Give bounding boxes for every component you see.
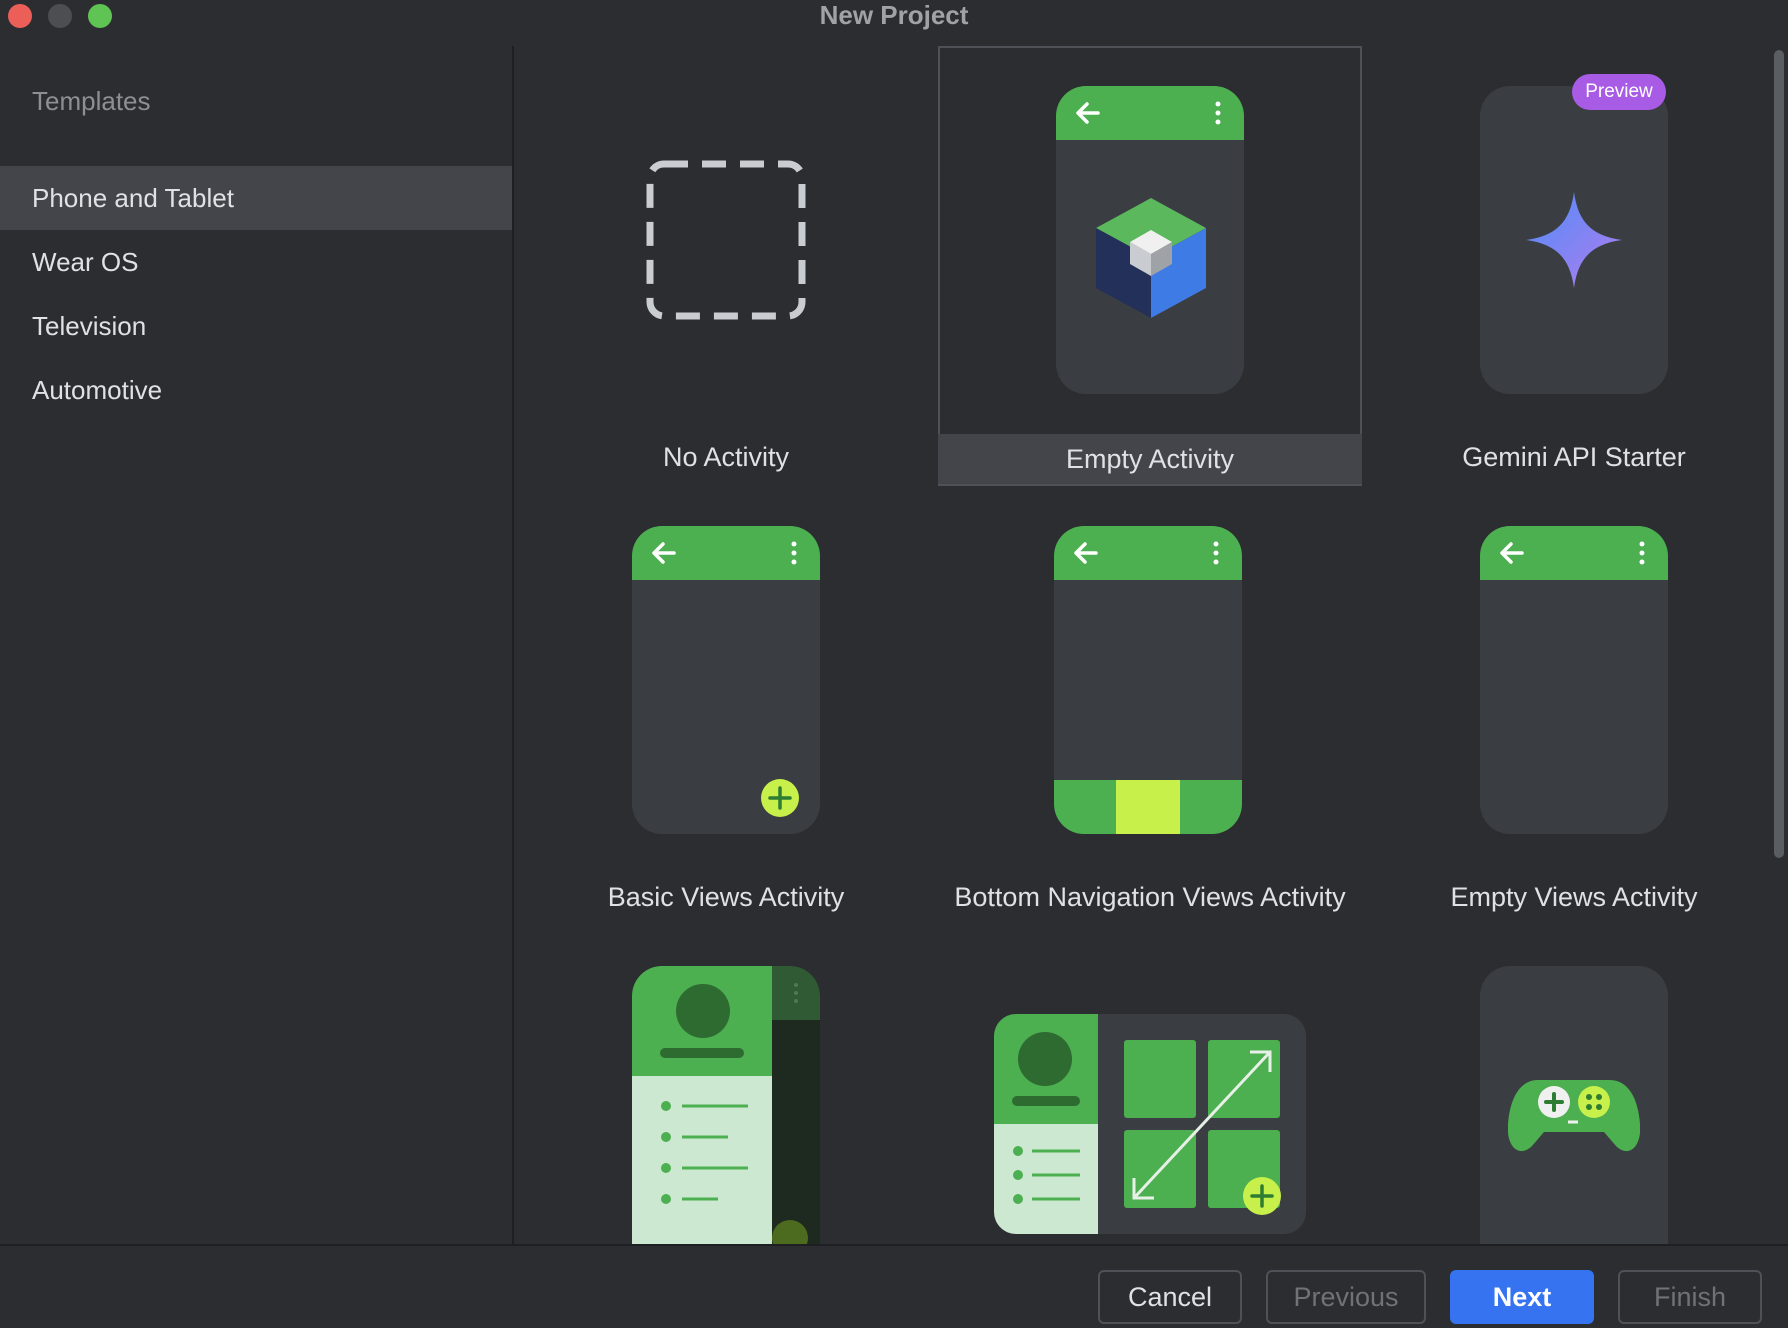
compose-cube-icon — [1096, 198, 1206, 318]
phone-preview — [1054, 526, 1242, 834]
back-arrow-icon — [652, 542, 676, 564]
template-label: No Activity — [662, 442, 790, 472]
back-arrow-icon — [1074, 542, 1098, 564]
back-arrow-icon — [1500, 542, 1524, 564]
preview-badge: Preview — [1572, 74, 1666, 110]
bottom-nav-icon — [1054, 780, 1242, 834]
template-card-empty-views-activity[interactable]: Empty Views Activity — [1362, 486, 1768, 926]
gemini-sparkle-icon — [1526, 192, 1622, 288]
phone-preview — [632, 526, 820, 834]
fab-plus-icon — [761, 779, 799, 817]
template-grid: No Activity Empty Activity Preview Gemin… — [514, 46, 1768, 1244]
dashed-square-icon — [646, 160, 806, 320]
phone-preview — [1480, 966, 1668, 1244]
template-card-bottom-navigation-views-activity[interactable]: Bottom Navigation Views Activity — [938, 486, 1362, 926]
template-card-navigation-drawer[interactable] — [514, 926, 938, 1244]
template-card-game-activity[interactable] — [1362, 926, 1768, 1244]
sidebar-item-wear-os[interactable]: Wear OS — [0, 230, 512, 294]
responsive-layout-icon — [994, 1014, 1306, 1234]
window-title: New Project — [819, 0, 969, 30]
sidebar-item-phone-and-tablet[interactable]: Phone and Tablet — [0, 166, 512, 230]
template-card-basic-views-activity[interactable]: Basic Views Activity — [514, 486, 938, 926]
overflow-menu-icon — [1215, 101, 1221, 125]
template-label: Empty Views Activity — [1450, 882, 1698, 912]
grid-scrollbar[interactable] — [1774, 50, 1784, 858]
finish-button[interactable]: Finish — [1618, 1270, 1762, 1324]
sidebar-item-automotive[interactable]: Automotive — [0, 358, 512, 422]
cancel-button[interactable]: Cancel — [1098, 1270, 1242, 1324]
navigation-drawer-icon — [632, 966, 820, 1244]
phone-app-bar — [1054, 526, 1242, 580]
template-label: Empty Activity — [938, 434, 1362, 484]
phone-app-bar — [632, 526, 820, 580]
template-label: Gemini API Starter — [1462, 442, 1686, 472]
template-label: Basic Views Activity — [607, 882, 845, 912]
template-card-gemini-api-starter[interactable]: Preview Gemini API Starter — [1362, 46, 1768, 486]
dialog-footer: Cancel Previous Next Finish — [0, 1244, 1788, 1328]
game-controller-icon — [1508, 1080, 1640, 1151]
phone-app-bar — [1056, 86, 1244, 140]
previous-button[interactable]: Previous — [1266, 1270, 1426, 1324]
overflow-menu-icon — [1213, 541, 1219, 565]
blank-phone-icon — [1480, 526, 1668, 834]
sidebar-item-television[interactable]: Television — [0, 294, 512, 358]
template-card-empty-activity[interactable]: Empty Activity — [938, 46, 1362, 486]
title-bar: New Project — [0, 0, 1788, 32]
sidebar-heading: Templates — [32, 86, 151, 116]
next-button[interactable]: Next — [1450, 1270, 1594, 1324]
templates-sidebar: Templates Phone and Tablet Wear OS Telev… — [0, 46, 514, 1244]
phone-preview — [1056, 86, 1244, 394]
phone-preview — [1480, 86, 1668, 394]
template-label: Bottom Navigation Views Activity — [954, 882, 1346, 912]
template-card-no-activity[interactable]: No Activity — [514, 46, 938, 486]
overflow-menu-icon — [1639, 541, 1645, 565]
overflow-menu-icon — [791, 541, 797, 565]
phone-app-bar — [1480, 526, 1668, 580]
template-card-responsive-views-activity[interactable] — [938, 926, 1362, 1244]
back-arrow-icon — [1076, 102, 1100, 124]
